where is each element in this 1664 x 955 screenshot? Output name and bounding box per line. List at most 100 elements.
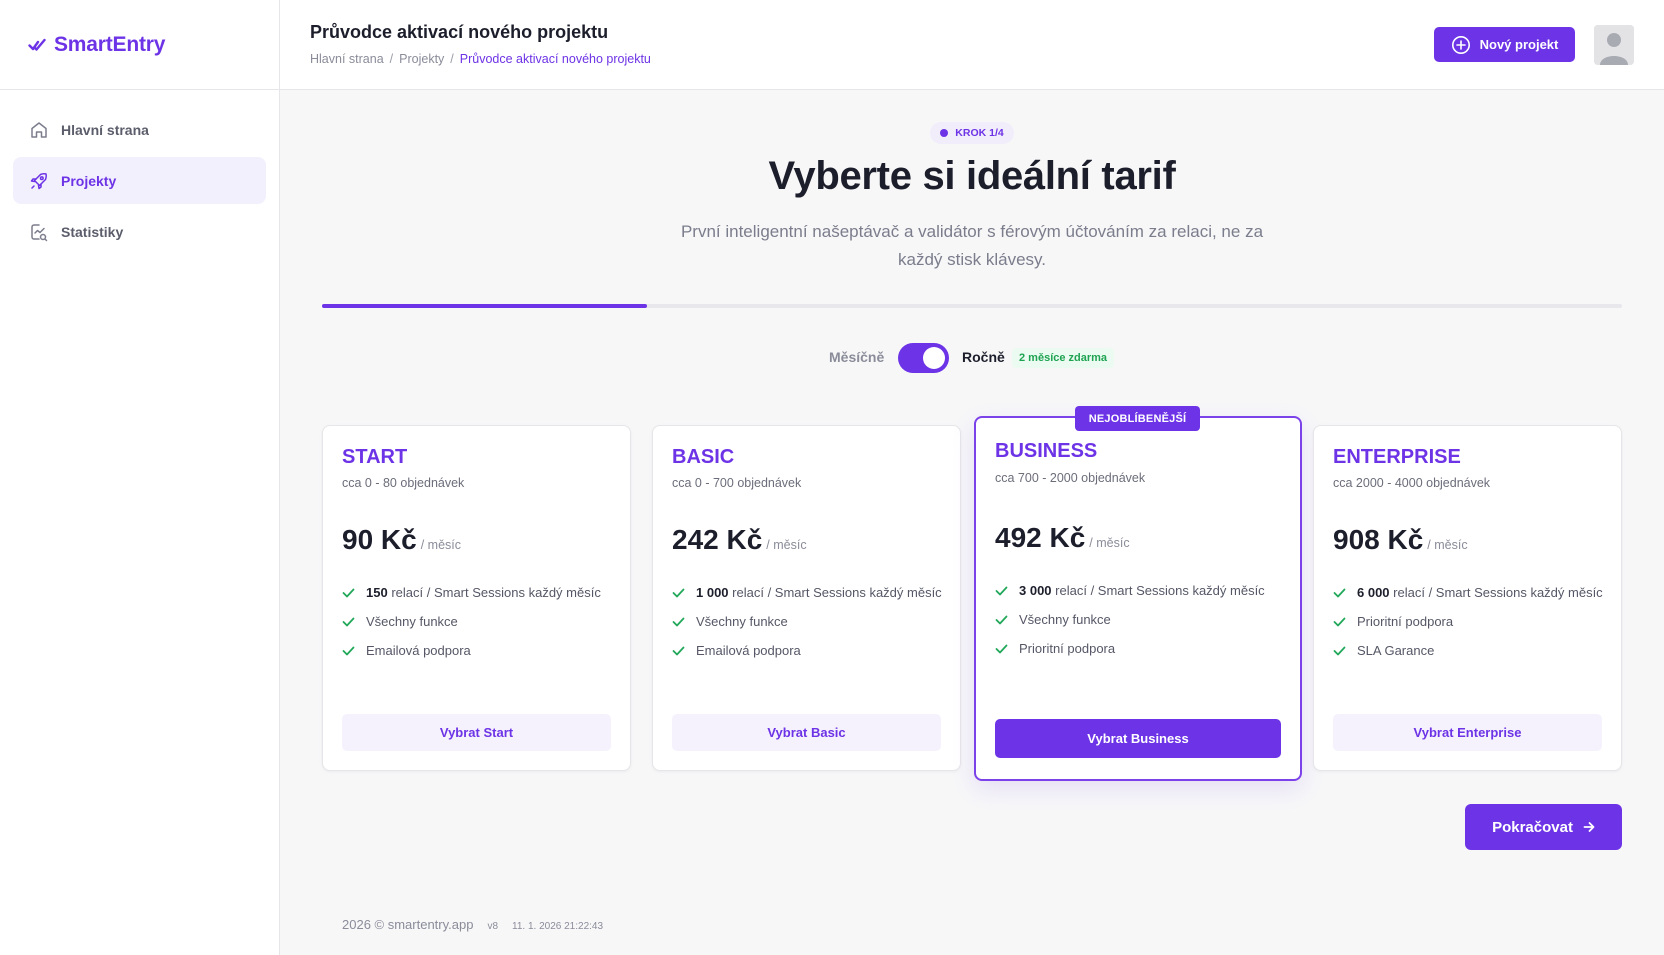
plan-feature: Emailová podpora	[342, 641, 614, 661]
breadcrumb-separator: /	[389, 52, 394, 66]
sidebar-item-stats[interactable]: Statistiky	[13, 208, 266, 255]
feature-text: 3 000 relací / Smart Sessions každý měsí…	[1019, 581, 1265, 601]
chart-icon	[31, 223, 48, 241]
logo[interactable]: SmartEntry	[0, 0, 279, 90]
plan-feature: Všechny funkce	[672, 612, 944, 632]
sidebar-item-label: Hlavní strana	[61, 121, 149, 138]
breadcrumb: Hlavní strana / Projekty / Průvodce akti…	[310, 52, 651, 66]
continue-button[interactable]: Pokračovat	[1465, 804, 1622, 850]
feature-text: 1 000 relací / Smart Sessions každý měsí…	[696, 583, 942, 603]
plan-card-basic[interactable]: BASIC cca 0 - 700 objednávek 242 Kč / mě…	[652, 425, 961, 771]
plan-orders: cca 700 - 2000 objednávek	[995, 471, 1146, 485]
plan-name: START	[342, 446, 408, 468]
top-header: Průvodce aktivací nového projektu Hlavní…	[280, 0, 1664, 90]
wizard-title: Vyberte si ideální tarif	[768, 154, 1176, 198]
home-icon	[31, 121, 47, 138]
billing-period-toggle[interactable]	[898, 343, 949, 373]
double-check-logo-icon	[28, 38, 46, 51]
plan-card-enterprise[interactable]: ENTERPRISE cca 2000 - 4000 objednávek 90…	[1313, 425, 1622, 771]
toggle-knob	[923, 347, 945, 369]
plan-price-period: / měsíc	[1427, 538, 1468, 552]
plan-price-value: 242 Kč	[672, 524, 763, 555]
sessions-text: relací / Smart Sessions každý měsíc	[1393, 585, 1603, 600]
plan-price-period: / měsíc	[766, 538, 807, 552]
plan-price-value: 908 Kč	[1333, 524, 1424, 555]
plan-card-business[interactable]: BUSINESS cca 700 - 2000 objednávek 492 K…	[974, 416, 1302, 781]
plan-features: 150 relací / Smart Sessions každý měsíc V…	[342, 583, 614, 670]
plan-orders: cca 0 - 80 objednávek	[342, 476, 465, 490]
check-icon	[1333, 646, 1346, 656]
sessions-text: relací / Smart Sessions každý měsíc	[732, 585, 942, 600]
footer: 2026 © smartentry.app v8 11. 1. 2026 21:…	[342, 917, 603, 932]
breadcrumb-home[interactable]: Hlavní strana	[310, 52, 384, 66]
check-icon	[1333, 617, 1346, 627]
plan-feature: Všechny funkce	[342, 612, 614, 632]
feature-text: Všechny funkce	[1019, 612, 1111, 627]
popular-badge: NEJOBLÍBENĚJŠÍ	[1075, 406, 1200, 431]
step-dot-icon	[940, 129, 949, 137]
billing-monthly-label[interactable]: Měsíčně	[829, 349, 884, 365]
check-icon	[342, 646, 355, 656]
sidebar-item-label: Projekty	[61, 172, 117, 189]
feature-text: Všechny funkce	[696, 614, 788, 629]
breadcrumb-current: Průvodce aktivací nového projektu	[459, 52, 651, 66]
select-plan-button[interactable]: Vybrat Basic	[672, 714, 941, 751]
rocket-icon	[30, 172, 47, 189]
new-project-label: Nový projekt	[1479, 37, 1559, 52]
sidebar-item-home[interactable]: Hlavní strana	[13, 106, 266, 153]
plan-name: BUSINESS	[995, 440, 1098, 462]
feature-text: 6 000 relací / Smart Sessions každý měsí…	[1357, 583, 1603, 603]
feature-text: Emailová podpora	[696, 643, 801, 658]
plan-feature: Emailová podpora	[672, 641, 944, 661]
sidebar-item-projects[interactable]: Projekty	[13, 157, 266, 204]
plan-price: 90 Kč / měsíc	[342, 524, 461, 556]
feature-text: Prioritní podpora	[1019, 641, 1116, 656]
check-icon	[672, 646, 685, 656]
plan-feature: 3 000 relací / Smart Sessions každý měsí…	[995, 581, 1284, 601]
continue-label: Pokračovat	[1492, 818, 1573, 836]
new-project-button[interactable]: Nový projekt	[1434, 27, 1575, 62]
plan-price-period: / měsíc	[420, 538, 462, 552]
sidebar-item-label: Statistiky	[61, 223, 124, 240]
plan-price: 492 Kč / měsíc	[995, 522, 1130, 554]
plan-price-period: / měsíc	[1089, 536, 1130, 550]
check-icon	[672, 617, 685, 627]
plan-orders: cca 0 - 700 objednávek	[672, 476, 802, 490]
arrow-right-icon	[1583, 822, 1595, 832]
feature-text: Emailová podpora	[366, 643, 471, 658]
feature-text: SLA Garance	[1357, 643, 1435, 658]
plan-features: 3 000 relací / Smart Sessions každý měsí…	[995, 581, 1284, 668]
billing-yearly-label[interactable]: Ročně	[962, 349, 1005, 365]
yearly-discount-badge: 2 měsíce zdarma	[1012, 348, 1115, 368]
user-avatar-icon	[1594, 25, 1634, 65]
plan-price-value: 492 Kč	[995, 522, 1086, 553]
feature-text: Prioritní podpora	[1357, 614, 1454, 629]
step-badge: KROK 1/4	[930, 122, 1014, 144]
check-icon	[672, 588, 685, 598]
plan-feature: 1 000 relací / Smart Sessions každý měsí…	[672, 583, 944, 603]
feature-text: Všechny funkce	[366, 614, 458, 629]
feature-text: 150 relací / Smart Sessions každý měsíc	[366, 583, 601, 603]
plan-price: 908 Kč / měsíc	[1333, 524, 1468, 556]
plus-circle-icon	[1451, 35, 1470, 54]
breadcrumb-projects[interactable]: Projekty	[399, 52, 444, 66]
wizard-subtitle: První inteligentní našeptávač a validáto…	[680, 222, 1264, 269]
avatar[interactable]	[1594, 25, 1634, 65]
sessions-count: 3 000	[1019, 583, 1052, 598]
breadcrumb-separator: /	[450, 52, 454, 66]
plan-price: 242 Kč / měsíc	[672, 524, 807, 556]
plan-feature: Všechny funkce	[995, 610, 1284, 630]
plan-features: 1 000 relací / Smart Sessions každý měsí…	[672, 583, 944, 670]
select-plan-button[interactable]: Vybrat Start	[342, 714, 611, 751]
sessions-count: 150	[366, 585, 388, 600]
sessions-count: 1 000	[696, 585, 729, 600]
plan-name: BASIC	[672, 446, 735, 468]
sidebar: SmartEntry Hlavní strana Projekty Statis…	[0, 0, 280, 955]
check-icon	[1333, 588, 1346, 598]
plan-card-start[interactable]: START cca 0 - 80 objednávek 90 Kč / měsí…	[322, 425, 631, 771]
sidebar-nav: Hlavní strana Projekty Statistiky	[0, 90, 279, 275]
select-plan-button[interactable]: Vybrat Business	[995, 719, 1281, 758]
sessions-text: relací / Smart Sessions každý měsíc	[391, 585, 601, 600]
select-plan-button[interactable]: Vybrat Enterprise	[1333, 714, 1602, 751]
plan-price-value: 90 Kč	[342, 524, 417, 555]
